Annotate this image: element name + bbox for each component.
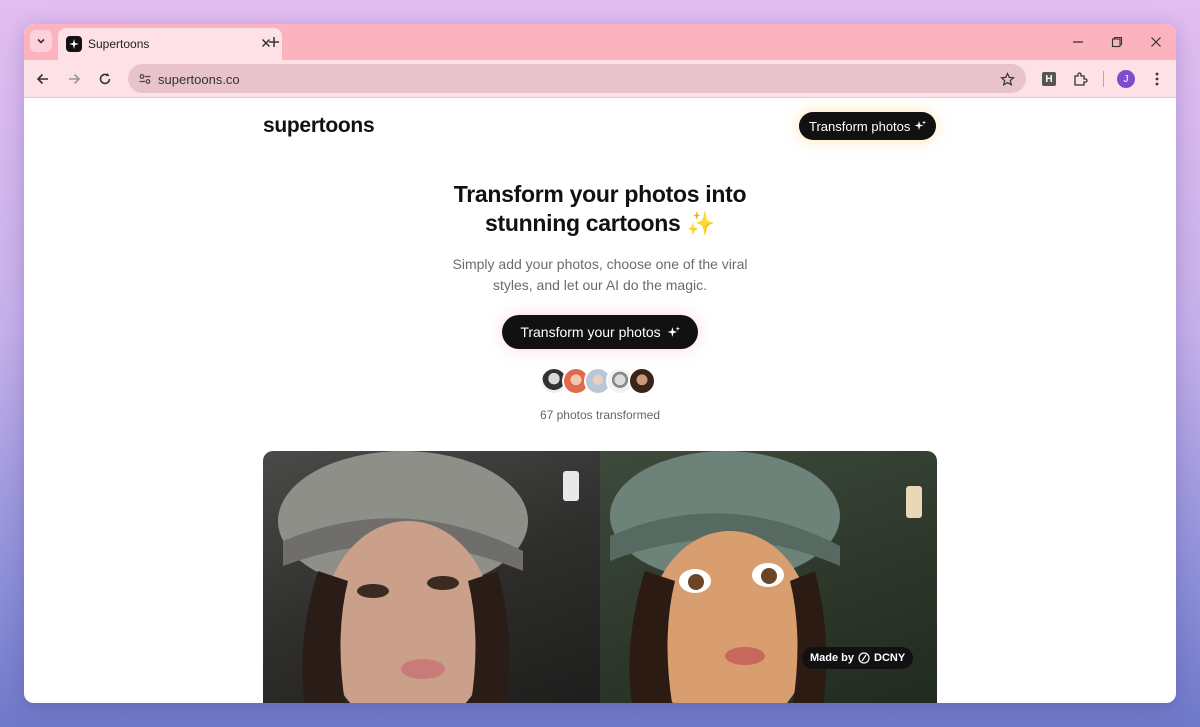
menu-kebab-icon[interactable]	[1145, 67, 1169, 91]
avatar-5	[628, 367, 656, 395]
hero-transform-button[interactable]: Transform your photos	[502, 315, 698, 349]
extensions-puzzle-icon[interactable]	[1068, 67, 1092, 91]
page-viewport: supertoons Transform photos Transform yo…	[24, 99, 1176, 703]
site-logo[interactable]: supertoons	[263, 114, 375, 138]
forward-arrow-icon[interactable]	[62, 67, 86, 91]
back-arrow-icon[interactable]	[31, 67, 55, 91]
hero-subtitle-line2: styles, and let our AI do the magic.	[492, 277, 707, 293]
tab-strip: Supertoons	[24, 24, 1176, 60]
url-text: supertoons.co	[158, 72, 240, 87]
hero-title-line1: Transform your photos into	[453, 181, 747, 207]
toolbar-divider	[1103, 71, 1104, 87]
photos-transformed-count: 67 photos transformed	[539, 408, 661, 422]
sparkle-favicon-icon	[66, 36, 82, 52]
made-by-badge[interactable]: Made by DCNY	[802, 647, 914, 669]
extension-h-icon[interactable]: H	[1042, 72, 1056, 86]
hero-transform-label: Transform your photos	[520, 324, 661, 340]
hero-subtitle: Simply add your photos, choose one of th…	[24, 254, 1176, 296]
made-by-brand: DCNY	[874, 652, 906, 664]
hero-title-line2: stunning cartoons ✨	[485, 210, 715, 236]
reload-icon[interactable]	[93, 67, 117, 91]
original-photo-art	[278, 451, 579, 703]
hero-title: Transform your photos into stunning cart…	[24, 180, 1176, 238]
tab-supertoons[interactable]: Supertoons	[58, 28, 282, 60]
tab-search-button[interactable]	[30, 30, 52, 52]
bookmark-star-icon[interactable]	[998, 70, 1016, 88]
minimize-icon[interactable]	[1068, 32, 1088, 52]
chevron-down-icon	[37, 38, 45, 44]
site-settings-icon[interactable]	[136, 70, 154, 88]
nav-transform-button[interactable]: Transform photos	[799, 112, 937, 140]
sparkle-icon	[667, 326, 680, 337]
address-bar[interactable]: supertoons.co	[128, 64, 1026, 93]
browser-toolbar: supertoons.co H J	[24, 60, 1176, 98]
new-tab-icon[interactable]	[264, 32, 284, 52]
restore-icon[interactable]	[1107, 32, 1127, 52]
tab-title: Supertoons	[88, 37, 150, 51]
nav-transform-label: Transform photos	[809, 118, 911, 134]
profile-avatar[interactable]: J	[1117, 70, 1135, 88]
user-avatars-group	[540, 367, 660, 395]
hero-subtitle-line1: Simply add your photos, choose one of th…	[452, 256, 748, 272]
sparkle-icon	[914, 120, 927, 130]
dcny-logo-icon	[858, 652, 870, 664]
window-close-icon[interactable]	[1146, 32, 1166, 52]
original-photo	[263, 451, 600, 703]
made-by-label: Made by	[810, 652, 855, 664]
browser-window: Supertoons supertoons.co H J supertoons …	[24, 24, 1176, 703]
